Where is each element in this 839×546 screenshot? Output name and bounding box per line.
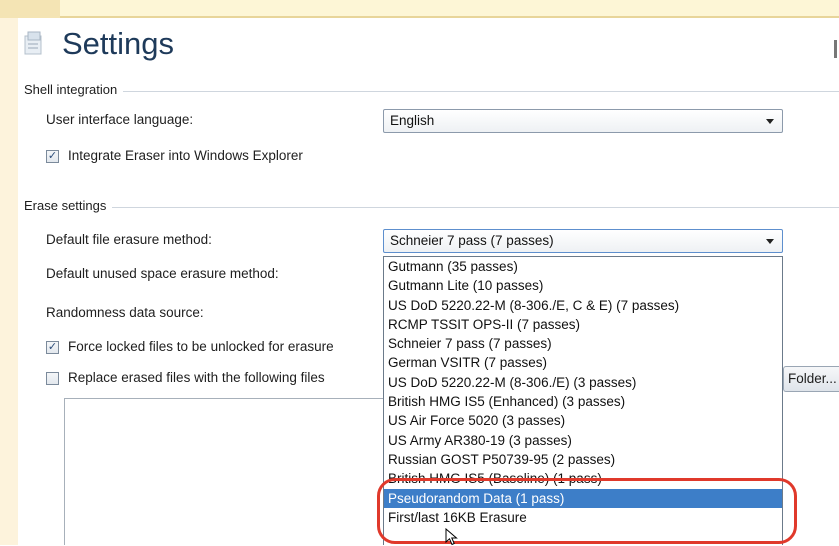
force-unlock-checkbox[interactable]: ✓: [46, 341, 59, 354]
default-file-method-value: Schneier 7 pass (7 passes): [390, 233, 554, 248]
page-title: Settings: [62, 26, 175, 61]
default-unused-method-label: Default unused space erasure method:: [46, 266, 279, 281]
replace-files-checkbox[interactable]: [46, 372, 59, 385]
replace-files-label: Replace erased files with the following …: [68, 370, 325, 385]
dropdown-option[interactable]: British HMG IS5 (Enhanced) (3 passes): [384, 392, 782, 411]
shell-integration-divider: [24, 91, 839, 92]
erase-settings-divider: [24, 207, 839, 208]
erasure-method-dropdown[interactable]: Gutmann (35 passes) Gutmann Lite (10 pass…: [383, 256, 783, 545]
dropdown-option[interactable]: British HMG IS5 (Baseline) (1 pass): [384, 469, 782, 488]
erase-settings-heading: Erase settings: [24, 198, 113, 213]
default-file-method-select[interactable]: Schneier 7 pass (7 passes): [383, 229, 783, 253]
dropdown-option[interactable]: Pseudorandom Data (1 pass): [384, 488, 782, 508]
integrate-explorer-label: Integrate Eraser into Windows Explorer: [68, 148, 303, 163]
dropdown-option[interactable]: German VSITR (7 passes): [384, 353, 782, 372]
dropdown-option[interactable]: Gutmann Lite (10 passes): [384, 276, 782, 295]
dropdown-option[interactable]: US Air Force 5020 (3 passes): [384, 411, 782, 430]
dropdown-option[interactable]: Russian GOST P50739-95 (2 passes): [384, 450, 782, 469]
integrate-explorer-checkbox[interactable]: ✓: [46, 150, 59, 163]
dropdown-option[interactable]: US Army AR380-19 (3 passes): [384, 431, 782, 450]
dropdown-option[interactable]: US DoD 5220.22-M (8-306./E) (3 passes): [384, 373, 782, 392]
default-file-method-label: Default file erasure method:: [46, 232, 212, 247]
shell-integration-heading: Shell integration: [24, 82, 124, 97]
dropdown-option[interactable]: Gutmann (35 passes): [384, 257, 782, 276]
mouse-cursor-icon: [445, 528, 458, 546]
settings-icon: [24, 31, 42, 55]
chevron-down-icon: [766, 239, 774, 244]
chevron-down-icon: [766, 119, 774, 124]
dropdown-option[interactable]: US DoD 5220.22-M (8-306./E, C & E) (7 pa…: [384, 296, 782, 315]
force-unlock-label: Force locked files to be unlocked for er…: [68, 339, 334, 354]
ui-language-label: User interface language:: [46, 112, 194, 127]
dropdown-option[interactable]: RCMP TSSIT OPS-II (7 passes): [384, 315, 782, 334]
dropdown-option[interactable]: First/last 16KB Erasure: [384, 508, 782, 527]
top-banner-inner: [60, 0, 839, 18]
randomness-source-label: Randomness data source:: [46, 305, 204, 320]
replacement-files-list[interactable]: [64, 398, 383, 545]
dropdown-option[interactable]: Schneier 7 pass (7 passes): [384, 334, 782, 353]
top-banner: [0, 0, 839, 18]
ui-language-select[interactable]: English: [383, 109, 783, 133]
ui-language-value: English: [390, 113, 435, 128]
scrollbar-edge[interactable]: [834, 40, 837, 58]
add-folder-button[interactable]: Folder...: [783, 366, 839, 392]
left-margin: [0, 18, 18, 545]
